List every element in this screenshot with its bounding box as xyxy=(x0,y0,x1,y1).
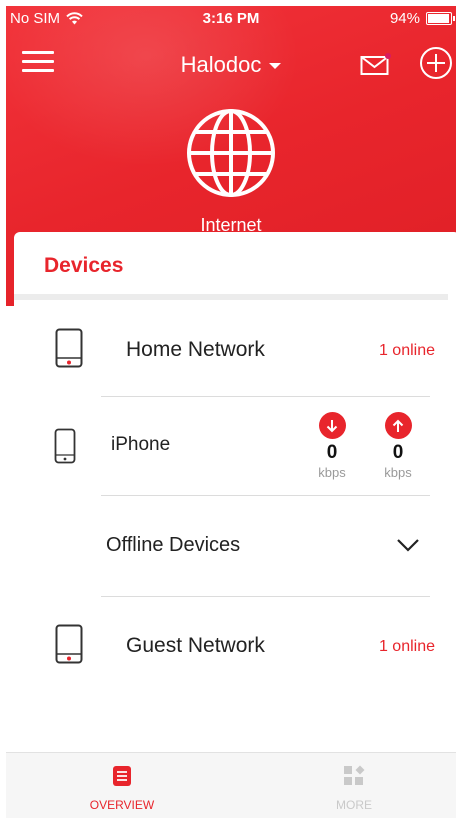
devices-title: Devices xyxy=(44,254,124,277)
caret-down-icon xyxy=(269,63,282,70)
phone-icon xyxy=(55,624,83,664)
download-speed: 0 kbps xyxy=(312,412,352,480)
offline-devices-label: Offline Devices xyxy=(106,534,241,556)
phone-icon xyxy=(54,428,76,464)
upload-unit: kbps xyxy=(384,465,412,480)
offline-devices-row[interactable]: Offline Devices xyxy=(6,502,456,592)
grid-icon xyxy=(344,765,365,785)
upload-speed: 0 kbps xyxy=(378,412,418,480)
download-value: 0 xyxy=(326,442,338,463)
internet-status[interactable]: Internet xyxy=(6,108,456,236)
row-divider xyxy=(101,596,430,597)
clock: 3:16 PM xyxy=(202,10,260,27)
add-circle-icon[interactable] xyxy=(419,46,453,80)
phone-icon xyxy=(55,328,83,368)
mail-icon[interactable] xyxy=(360,52,392,76)
guest-network-row[interactable]: Guest Network 1 online xyxy=(6,618,456,678)
app-screen: No SIM 3:16 PM 94% Halodoc Internet Devi… xyxy=(6,6,456,818)
section-divider xyxy=(14,294,448,300)
tab-bar: OVERVIEW MORE xyxy=(6,752,456,818)
nav-bar: Halodoc xyxy=(6,42,456,86)
row-divider xyxy=(101,396,430,397)
status-bar: No SIM 3:16 PM 94% xyxy=(6,6,456,32)
row-divider xyxy=(101,495,430,496)
upload-value: 0 xyxy=(392,442,404,463)
globe-icon xyxy=(187,109,275,197)
download-unit: kbps xyxy=(318,465,346,480)
network-name: Halodoc xyxy=(180,52,262,77)
iphone-row[interactable]: iPhone 0 kbps 0 kbps xyxy=(6,404,456,494)
home-network-label: Home Network xyxy=(126,338,265,361)
home-network-status: 1 online xyxy=(378,342,435,359)
chevron-down-icon[interactable] xyxy=(396,538,420,552)
list-icon xyxy=(113,766,131,786)
tab-more[interactable]: MORE xyxy=(304,765,404,812)
guest-network-label: Guest Network xyxy=(126,634,265,657)
iphone-label: iPhone xyxy=(111,434,171,455)
download-arrow-icon xyxy=(318,412,346,439)
tab-more-label: MORE xyxy=(336,798,372,812)
battery-percent: 94% xyxy=(389,10,420,27)
battery-icon xyxy=(426,12,455,25)
home-network-row[interactable]: Home Network 1 online xyxy=(6,322,456,392)
tab-overview-label: OVERVIEW xyxy=(89,798,155,812)
guest-network-status: 1 online xyxy=(378,638,435,655)
tab-overview[interactable]: OVERVIEW xyxy=(72,765,172,812)
upload-arrow-icon xyxy=(384,412,412,439)
